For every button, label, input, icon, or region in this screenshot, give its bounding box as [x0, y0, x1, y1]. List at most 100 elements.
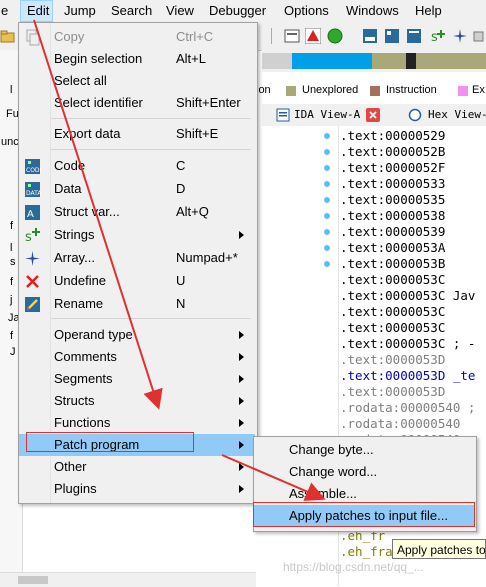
scrollbar-thumb[interactable] [18, 576, 48, 584]
menubar: e Edit Jump Search View Debugger Options… [0, 0, 486, 23]
disasm-line[interactable]: .rodata:00000540 ; [340, 400, 475, 416]
disasm-line[interactable]: .text:0000052B [340, 144, 445, 160]
disasm-line[interactable]: .text:0000053C ; - [340, 336, 475, 352]
submenu-arrow-icon [239, 331, 244, 339]
code-toolbar-icon[interactable] [362, 28, 378, 44]
menu-item-copy: Copy Ctrl+C [19, 26, 255, 48]
debug-option-icon[interactable] [284, 28, 300, 44]
menu-item-code[interactable]: CODE Code C [19, 155, 255, 177]
submenu-item-change-byte[interactable]: Change byte... [254, 439, 474, 461]
disasm-line[interactable]: .text:00000538 [340, 208, 445, 224]
menu-item-strings[interactable]: s Strings [19, 224, 255, 246]
menu-item-rename[interactable]: Rename N [19, 293, 255, 315]
disasm-line[interactable]: .text:00000539 [340, 224, 445, 240]
svg-text:s: s [25, 230, 32, 244]
left-fragment: f [10, 330, 14, 342]
menu-item-other[interactable]: Other [19, 456, 255, 478]
menu-item-label: Operand type [54, 327, 133, 342]
data-toolbar-icon[interactable] [384, 28, 400, 44]
menu-item-label: Array... [54, 250, 95, 265]
disasm-line[interactable]: .text:00000529 [340, 128, 445, 144]
disasm-line[interactable]: .text:00000533 [340, 176, 445, 192]
left-fragment: f [10, 220, 14, 232]
svg-text:s: s [431, 30, 438, 44]
menu-item-export-data[interactable]: Export data Shift+E [19, 123, 255, 145]
menu-item-shortcut: Numpad+* [176, 250, 238, 265]
legend-label-instruction: Instruction [386, 84, 437, 96]
menu-item-shortcut: U [176, 273, 186, 288]
menu-item-data[interactable]: DATA Data D [19, 178, 255, 200]
disasm-line[interactable]: .text:00000535 [340, 192, 445, 208]
menu-item-label: Struct var... [54, 204, 120, 219]
strings-toolbar-icon[interactable]: s [430, 28, 446, 44]
menu-item-plugins[interactable]: Plugins [19, 478, 255, 500]
left-fragment: s [10, 256, 16, 268]
disasm-line[interactable]: .text:0000053C [340, 304, 445, 320]
more-toolbar-icon[interactable] [470, 28, 486, 44]
menu-search[interactable]: Search [111, 0, 152, 22]
menu-file[interactable]: e [1, 0, 8, 22]
array-toolbar-icon[interactable] [452, 28, 468, 44]
breakpoint-warning-icon[interactable] [305, 28, 321, 44]
menu-item-functions[interactable]: Functions [19, 412, 255, 434]
view-tabs: IDA View-A Hex View- [262, 104, 486, 127]
disasm-line[interactable]: .text:0000053C [340, 272, 445, 288]
menu-item-segments[interactable]: Segments [19, 368, 255, 390]
menu-view[interactable]: View [166, 0, 194, 22]
menu-item-select-all[interactable]: Select all [19, 70, 255, 92]
ida-view-icon [276, 108, 290, 122]
nav-band-marker [406, 53, 416, 69]
left-fragment: f [10, 276, 14, 288]
menu-jump[interactable]: Jump [64, 0, 96, 22]
menu-windows[interactable]: Windows [346, 0, 399, 22]
legend-label: ion [256, 84, 271, 96]
menu-item-undefine[interactable]: Undefine U [19, 270, 255, 292]
legend-swatch-external [458, 86, 468, 96]
tab-ida-view-a[interactable]: IDA View-A [294, 104, 360, 126]
nav-band-data [416, 53, 486, 69]
menu-item-label: Code [54, 158, 86, 173]
menu-item-array[interactable]: Array... Numpad+* [19, 247, 255, 269]
menu-item-begin-selection[interactable]: Begin selection Alt+L [19, 48, 255, 70]
run-green-icon[interactable] [327, 28, 343, 44]
navigation-band[interactable] [262, 50, 486, 72]
menu-item-structs[interactable]: Structs [19, 390, 255, 412]
array-icon [25, 251, 40, 266]
menu-item-label: Other [54, 459, 87, 474]
legend: ion Unexplored Instruction Ex [256, 82, 486, 100]
disasm-line[interactable]: .text:0000053D [340, 352, 445, 368]
disasm-line[interactable]: .text:0000053B [340, 256, 445, 272]
menu-options[interactable]: Options [284, 0, 329, 22]
menu-item-struct-var[interactable]: A Struct var... Alt+Q [19, 201, 255, 223]
horizontal-scrollbar[interactable] [0, 572, 256, 587]
tab-hex-view[interactable]: Hex View- [428, 104, 486, 126]
open-folder-icon[interactable] [0, 28, 16, 44]
disasm-line[interactable]: .text:0000053D _te [340, 368, 475, 384]
menu-item-select-identifier[interactable]: Select identifier Shift+Enter [19, 92, 255, 114]
disasm-line[interactable]: .text:0000053D [340, 384, 445, 400]
svg-text:A: A [27, 209, 34, 220]
struct-toolbar-icon[interactable] [406, 28, 422, 44]
submenu-item-change-word[interactable]: Change word... [254, 461, 474, 483]
left-fragment: J [10, 346, 16, 358]
menu-separator [51, 318, 251, 319]
menu-item-operand-type[interactable]: Operand type [19, 324, 255, 346]
disasm-line[interactable]: .text:0000053C Jav [340, 288, 475, 304]
disasm-line[interactable]: .text:0000052F [340, 160, 445, 176]
tooltip: Apply patches to input file... [392, 539, 486, 559]
menu-item-comments[interactable]: Comments [19, 346, 255, 368]
menu-help[interactable]: Help [415, 0, 442, 22]
close-tab-icon[interactable] [366, 108, 380, 122]
watermark: https://blog.csdn.net/qq_... [283, 560, 424, 574]
menu-item-label: Export data [54, 126, 121, 141]
disasm-line[interactable]: .text:0000053C [340, 320, 445, 336]
menu-edit[interactable]: Edit [20, 0, 53, 22]
menu-debugger[interactable]: Debugger [209, 0, 266, 22]
disasm-line[interactable]: .rodata:00000540 [340, 416, 460, 432]
menu-item-label: Comments [54, 349, 117, 364]
menu-item-label: Data [54, 181, 82, 196]
menu-item-label: Select all [54, 73, 107, 88]
data-icon: DATA [25, 182, 41, 197]
annotation-box-patch-program [26, 432, 194, 452]
disasm-line[interactable]: .text:0000053A [340, 240, 445, 256]
